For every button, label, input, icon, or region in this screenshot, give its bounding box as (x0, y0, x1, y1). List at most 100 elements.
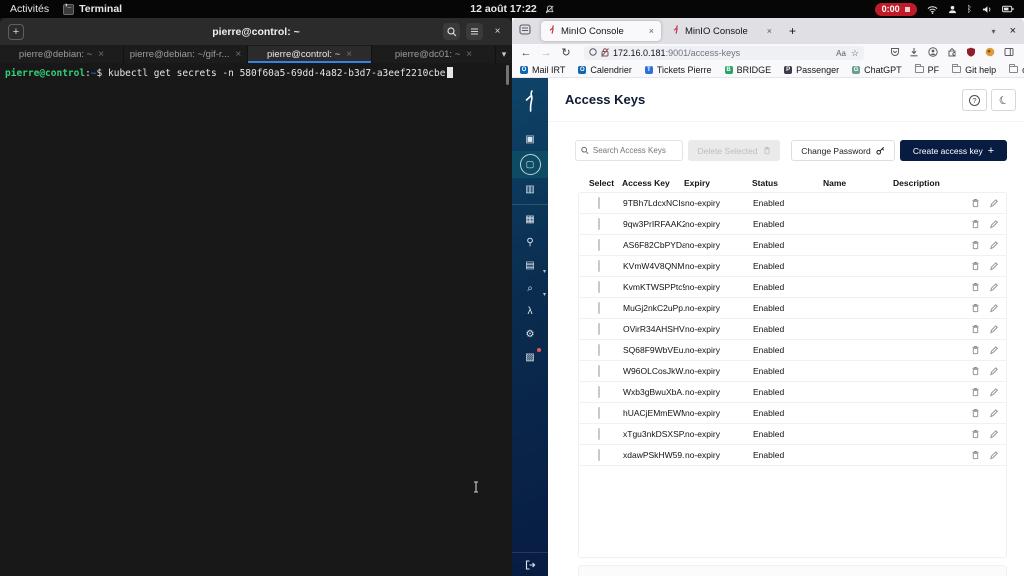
bookmark-item[interactable]: T Tickets Pierre (645, 65, 712, 75)
table-row[interactable]: 9qw3PrIRFAAK2... no-expiry Enabled (579, 214, 1006, 235)
delete-selected-button[interactable]: Delete Selected (688, 140, 780, 161)
table-row[interactable]: KvmKTWSPPtc9... no-expiry Enabled (579, 277, 1006, 298)
translate-icon[interactable]: Aa (836, 49, 846, 58)
delete-row-icon[interactable] (971, 366, 980, 376)
edit-row-icon[interactable] (989, 219, 998, 229)
delete-row-icon[interactable] (971, 408, 980, 418)
row-checkbox[interactable] (598, 197, 600, 209)
delete-row-icon[interactable] (971, 198, 980, 208)
row-checkbox[interactable] (598, 428, 600, 440)
sidebar-item-inspect[interactable]: ⌕ ▾ (512, 277, 548, 300)
table-row[interactable]: hUACjEMmEWM... no-expiry Enabled (579, 403, 1006, 424)
edit-row-icon[interactable] (989, 450, 998, 460)
table-row[interactable]: KVmW4V8QNM... no-expiry Enabled (579, 256, 1006, 277)
delete-row-icon[interactable] (971, 282, 980, 292)
sidebar-item-access-keys[interactable]: ▢ (512, 151, 548, 178)
edit-row-icon[interactable] (989, 303, 998, 313)
browser-tab[interactable]: MinIO Console × (541, 21, 661, 41)
sidebar-item-identity[interactable]: ⚲ (512, 231, 548, 254)
row-checkbox[interactable] (598, 365, 600, 377)
logout-button[interactable] (512, 552, 548, 576)
bookmark-item[interactable]: O Calendrier (578, 65, 632, 75)
delete-row-icon[interactable] (971, 429, 980, 439)
edit-row-icon[interactable] (989, 408, 998, 418)
edit-row-icon[interactable] (989, 387, 998, 397)
table-row[interactable]: MuGj2nkC2uPp... no-expiry Enabled (579, 298, 1006, 319)
tab-close-icon[interactable]: × (346, 49, 352, 60)
row-checkbox[interactable] (598, 323, 600, 335)
bookmark-item[interactable]: O Mail IRT (520, 65, 565, 75)
stop-record-icon[interactable] (905, 7, 910, 12)
edit-row-icon[interactable] (989, 261, 998, 271)
app-menu[interactable]: Terminal (63, 3, 122, 15)
new-tab-button[interactable]: + (789, 24, 796, 38)
terminal-search-button[interactable] (443, 23, 460, 40)
tab-close-icon[interactable]: × (649, 26, 654, 36)
delete-row-icon[interactable] (971, 345, 980, 355)
search-box[interactable] (575, 140, 683, 161)
tab-close-icon[interactable]: × (98, 49, 104, 60)
table-row[interactable]: W96OLCosJkW... no-expiry Enabled (579, 361, 1006, 382)
sidebar-item-settings[interactable]: ⚙ (512, 323, 548, 346)
sidebar-toggle-icon[interactable] (1004, 44, 1014, 62)
delete-row-icon[interactable] (971, 387, 980, 397)
account-icon[interactable] (928, 44, 938, 62)
clock-menu[interactable]: 12 août 17:22 (470, 3, 554, 15)
table-row[interactable]: xdawPSkHW59... no-expiry Enabled (579, 445, 1006, 466)
table-row[interactable]: Wxb3gBwuXbA... no-expiry Enabled (579, 382, 1006, 403)
forward-icon[interactable]: → (538, 48, 554, 59)
row-checkbox[interactable] (598, 386, 600, 398)
terminal-tab[interactable]: pierre@debian: ~/gif-r... × (124, 46, 248, 63)
addon-icon[interactable] (985, 44, 995, 62)
sidebar-item-events[interactable]: ▤ ▾ (512, 254, 548, 277)
back-icon[interactable]: ← (518, 48, 534, 59)
delete-row-icon[interactable] (971, 450, 980, 460)
activities-button[interactable]: Activités (10, 3, 49, 15)
terminal-titlebar[interactable]: + pierre@control: ~ × (0, 18, 512, 46)
bookmark-item[interactable]: open-cloud (1009, 65, 1024, 75)
url-bar[interactable]: 172.16.0.181:9001/access-keys Aa ☆ (584, 46, 864, 60)
system-tray[interactable]: 0:00 ᛒ (875, 3, 1024, 16)
create-access-key-button[interactable]: Create access key + (900, 140, 1007, 161)
tab-close-icon[interactable]: × (767, 26, 772, 36)
table-row[interactable]: OVirR34AHSHV... no-expiry Enabled (579, 319, 1006, 340)
edit-row-icon[interactable] (989, 345, 998, 355)
bookmark-star-icon[interactable]: ☆ (851, 48, 859, 59)
edit-row-icon[interactable] (989, 429, 998, 439)
tab-list-chevron[interactable]: ▾ (496, 46, 512, 63)
row-checkbox[interactable] (598, 260, 600, 272)
extension-icon[interactable] (947, 44, 957, 62)
delete-row-icon[interactable] (971, 240, 980, 250)
terminal-tab[interactable]: pierre@control: ~ × (248, 46, 372, 63)
terminal-screen[interactable]: pierre@control:~$ kubectl get secrets -n… (0, 63, 512, 576)
list-all-tabs-icon[interactable]: ▾ (992, 27, 996, 36)
terminal-tab[interactable]: pierre@dc01: ~ × (372, 46, 496, 63)
row-checkbox[interactable] (598, 449, 600, 461)
search-input[interactable] (593, 146, 677, 155)
sidebar-item-monitoring[interactable]: ▦ (512, 208, 548, 231)
edit-row-icon[interactable] (989, 366, 998, 376)
bookmark-item[interactable]: G ChatGPT (852, 65, 902, 75)
firefox-view-icon[interactable] (519, 22, 531, 40)
browser-tab[interactable]: MinIO Console × (665, 21, 779, 41)
row-checkbox[interactable] (598, 302, 600, 314)
terminal-close-button[interactable]: × (489, 23, 506, 40)
screen-record-indicator[interactable]: 0:00 (875, 3, 917, 16)
bookmark-item[interactable]: B BRIDGE (725, 65, 772, 75)
table-row[interactable]: SQ68F9WbVEu... no-expiry Enabled (579, 340, 1006, 361)
site-info-icon[interactable] (589, 48, 597, 58)
delete-row-icon[interactable] (971, 219, 980, 229)
sidebar-item-documentation[interactable]: ▥ (512, 178, 548, 201)
sidebar-item-object-browser[interactable]: ▣ (512, 128, 548, 151)
terminal-tab[interactable]: pierre@debian: ~ × (0, 46, 124, 63)
row-checkbox[interactable] (598, 407, 600, 419)
row-checkbox[interactable] (598, 218, 600, 230)
sidebar-item-lambda[interactable]: λ (512, 300, 548, 323)
change-password-button[interactable]: Change Password (791, 140, 895, 161)
terminal-menu-button[interactable] (466, 23, 483, 40)
delete-row-icon[interactable] (971, 303, 980, 313)
tab-close-icon[interactable]: × (235, 49, 241, 60)
insecure-lock-icon[interactable] (601, 48, 609, 59)
tab-close-icon[interactable]: × (466, 49, 472, 60)
ublock-shield-icon[interactable] (966, 44, 976, 62)
